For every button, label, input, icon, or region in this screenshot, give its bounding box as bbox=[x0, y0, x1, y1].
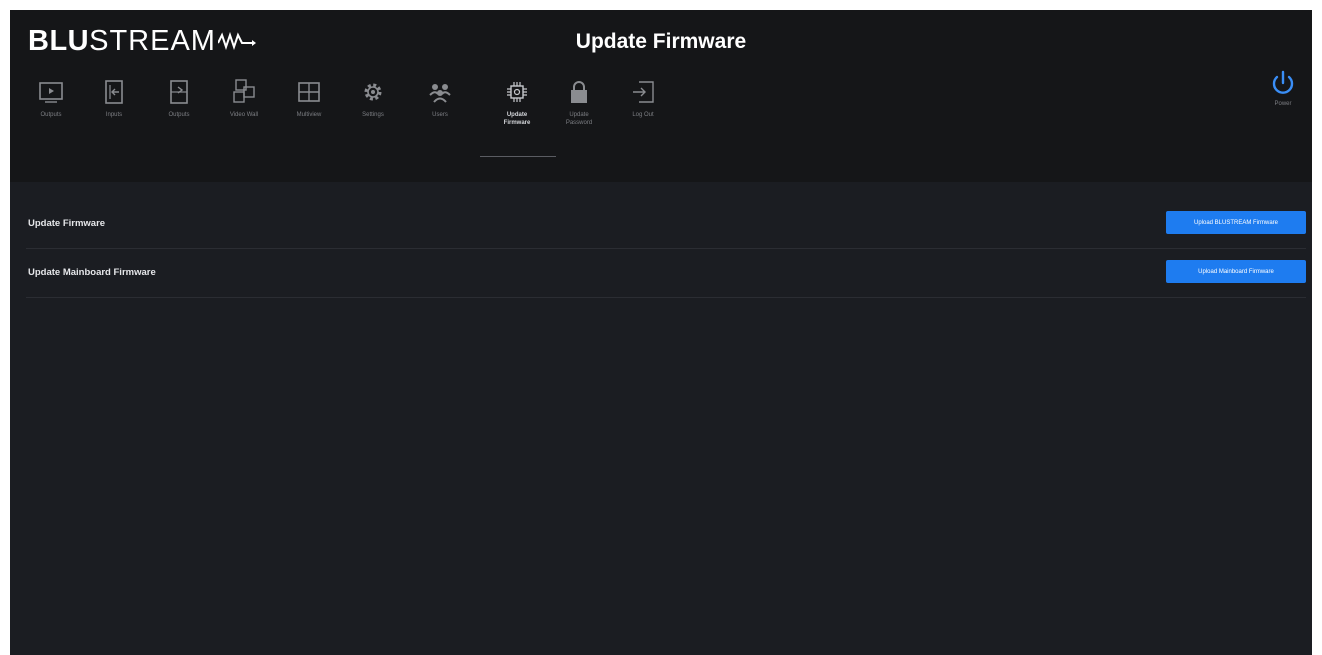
upload-mainboard-firmware-button[interactable]: Upload Mainboard Firmware bbox=[1166, 260, 1306, 283]
nav-label: Video Wall bbox=[229, 112, 259, 118]
lock-icon bbox=[571, 81, 587, 103]
firmware-chip-icon bbox=[507, 82, 527, 102]
output-icon bbox=[170, 80, 188, 104]
nav-item-multiview[interactable]: Multiview bbox=[276, 78, 342, 119]
firmware-row: Update Firmware Upload BLUSTREAM Firmwar… bbox=[26, 200, 1306, 249]
nav-label: Multiview bbox=[296, 112, 322, 118]
power-icon bbox=[1272, 70, 1294, 94]
nav-item-update-firmware[interactable]: Update Firmware bbox=[484, 78, 550, 127]
nav-item-users[interactable]: Users bbox=[407, 78, 473, 119]
gear-icon bbox=[364, 83, 382, 101]
active-tab-indicator bbox=[480, 156, 556, 157]
top-nav: Outputs Inputs Outputs Video Wall Multiv… bbox=[10, 74, 1312, 160]
nav-label: Settings bbox=[362, 112, 384, 118]
users-icon bbox=[429, 84, 451, 103]
upload-blustream-firmware-button[interactable]: Upload BLUSTREAM Firmware bbox=[1166, 211, 1306, 234]
nav-label: Outputs bbox=[168, 112, 190, 118]
header: BLU STREAM Update Firmware Outputs Input… bbox=[10, 10, 1312, 182]
nav-label: Log Out bbox=[632, 112, 654, 118]
row-label-update-mainboard-firmware: Update Mainboard Firmware bbox=[28, 267, 156, 278]
tv-icon bbox=[39, 82, 63, 103]
nav-item-outputs-tv[interactable]: Outputs bbox=[18, 78, 84, 119]
multiview-icon bbox=[298, 82, 320, 102]
app-window: BLU STREAM Update Firmware Outputs Input… bbox=[10, 10, 1312, 655]
page-title: Update Firmware bbox=[575, 30, 747, 53]
nav-item-video-wall[interactable]: Video Wall bbox=[211, 78, 277, 119]
nav-item-update-password[interactable]: Update Password bbox=[546, 78, 612, 127]
nav-label: Update Password bbox=[565, 112, 593, 126]
nav-label: Outputs bbox=[40, 112, 62, 118]
nav-label: Update Firmware bbox=[503, 112, 531, 126]
nav-item-log-out[interactable]: Log Out bbox=[610, 78, 676, 119]
video-wall-icon bbox=[233, 79, 255, 103]
input-icon bbox=[105, 80, 123, 104]
logout-icon bbox=[633, 81, 654, 103]
nav-label: Users bbox=[432, 112, 448, 118]
power-button[interactable]: Power bbox=[1260, 68, 1306, 107]
nav-item-settings[interactable]: Settings bbox=[340, 78, 406, 119]
power-label: Power bbox=[1274, 101, 1292, 107]
nav-item-inputs[interactable]: Inputs bbox=[81, 78, 147, 119]
nav-label: Inputs bbox=[105, 112, 123, 118]
nav-item-outputs[interactable]: Outputs bbox=[146, 78, 212, 119]
mainboard-firmware-row: Update Mainboard Firmware Upload Mainboa… bbox=[26, 249, 1306, 298]
row-label-update-firmware: Update Firmware bbox=[28, 218, 106, 229]
